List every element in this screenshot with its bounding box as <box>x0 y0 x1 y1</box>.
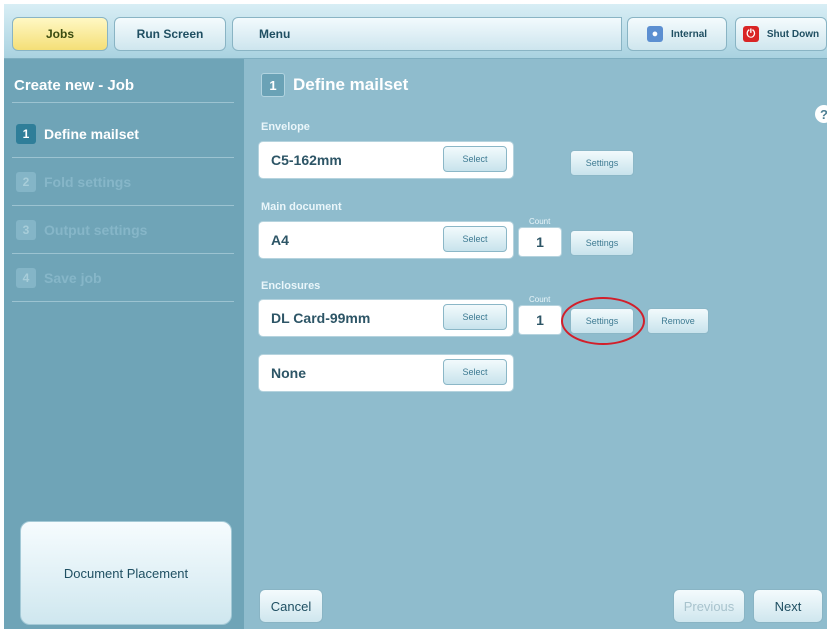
internal-label: Internal <box>670 28 708 40</box>
step-save-job[interactable]: 4 Save job <box>16 265 102 291</box>
enclosure-field-2: None Select <box>259 355 513 391</box>
enclosure-select-button-2[interactable]: Select <box>443 359 507 385</box>
shut-down-label: Shut Down <box>766 28 820 40</box>
count-label: Count <box>529 295 551 304</box>
envelope-select-button[interactable]: Select <box>443 146 507 172</box>
highlight-circle <box>561 297 645 345</box>
shut-down-button[interactable]: ⏻ Shut Down <box>735 17 827 51</box>
envelope-field: C5-162mm Select <box>259 142 513 178</box>
divider <box>12 253 234 254</box>
main-document-value: A4 <box>271 232 289 248</box>
step-number: 4 <box>16 268 36 288</box>
internal-user-button[interactable]: ● Internal <box>627 17 727 51</box>
menu-label: Menu <box>259 27 291 41</box>
page-title-text: Define mailset <box>293 75 409 94</box>
previous-button[interactable]: Previous <box>673 589 745 623</box>
step-label: Fold settings <box>44 174 132 190</box>
step-label: Define mailset <box>44 126 139 142</box>
count-label: Count <box>529 217 551 226</box>
top-bar: Jobs Run Screen Menu ● Internal ⏻ Shut D… <box>4 4 827 59</box>
main-document-select-button[interactable]: Select <box>443 226 507 252</box>
app-frame: Jobs Run Screen Menu ● Internal ⏻ Shut D… <box>4 4 827 629</box>
next-button[interactable]: Next <box>753 589 823 623</box>
step-fold-settings[interactable]: 2 Fold settings <box>16 169 131 195</box>
envelope-settings-button[interactable]: Settings <box>570 150 634 176</box>
main-document-count[interactable]: 1 <box>519 228 561 256</box>
sidebar: Create new - Job 1 Define mailset 2 Fold… <box>4 59 244 629</box>
step-label: Save job <box>44 270 102 286</box>
enclosure-value: DL Card-99mm <box>271 310 371 326</box>
main-panel: 1 Define mailset ? Envelope C5-162mm Sel… <box>245 59 827 629</box>
step-number: 3 <box>16 220 36 240</box>
step-number: 1 <box>16 124 36 144</box>
enclosures-label: Enclosures <box>261 280 321 292</box>
document-placement-button[interactable]: Document Placement <box>20 521 232 625</box>
menu-tab[interactable]: Menu <box>232 17 622 51</box>
jobs-tab[interactable]: Jobs <box>12 17 108 51</box>
enclosure-value-2: None <box>271 365 306 381</box>
user-icon: ● <box>646 26 663 42</box>
enclosure-count[interactable]: 1 <box>519 306 561 334</box>
enclosure-select-button[interactable]: Select <box>443 304 507 330</box>
step-label: Output settings <box>44 222 148 238</box>
step-number: 1 <box>261 73 285 97</box>
power-icon: ⏻ <box>742 26 759 42</box>
sidebar-title: Create new - Job <box>14 77 135 94</box>
main-document-settings-button[interactable]: Settings <box>570 230 634 256</box>
main-document-field: A4 Select <box>259 222 513 258</box>
step-output-settings[interactable]: 3 Output settings <box>16 217 147 243</box>
divider <box>12 102 234 103</box>
divider <box>12 205 234 206</box>
cancel-button[interactable]: Cancel <box>259 589 323 623</box>
divider <box>12 157 234 158</box>
run-screen-tab[interactable]: Run Screen <box>114 17 226 51</box>
enclosure-remove-button[interactable]: Remove <box>647 308 709 334</box>
envelope-label: Envelope <box>261 121 310 133</box>
step-number: 2 <box>16 172 36 192</box>
page-title: 1 Define mailset <box>261 73 408 97</box>
envelope-value: C5-162mm <box>271 152 342 168</box>
enclosure-field: DL Card-99mm Select <box>259 300 513 336</box>
divider <box>12 301 234 302</box>
help-icon[interactable]: ? <box>815 105 827 123</box>
main-document-label: Main document <box>261 201 342 213</box>
step-define-mailset[interactable]: 1 Define mailset <box>16 121 139 147</box>
